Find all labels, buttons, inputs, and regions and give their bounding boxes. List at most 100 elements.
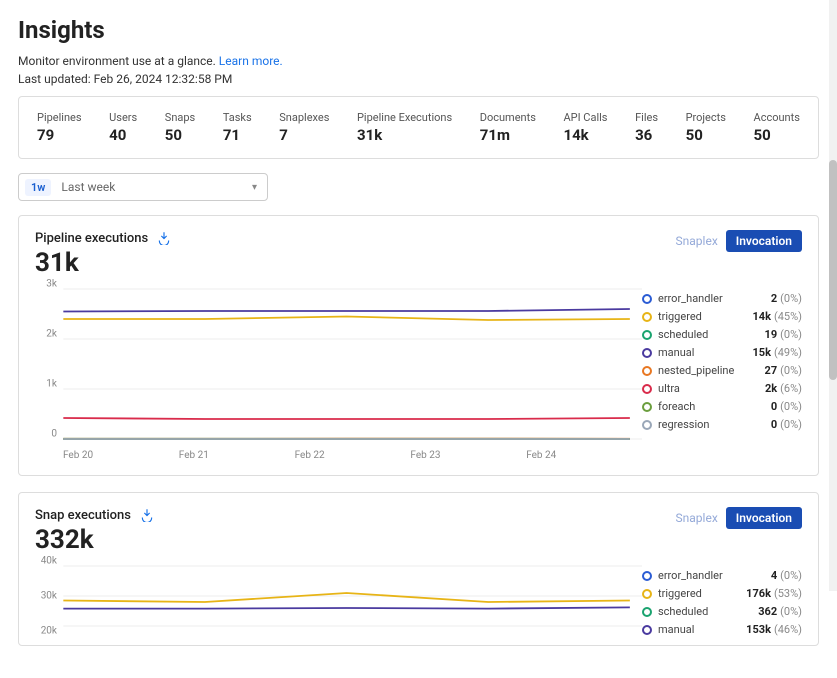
snap-legend: error_handler4(0%)triggered176k(53%)sche… bbox=[642, 561, 802, 641]
tab-invocation[interactable]: Invocation bbox=[726, 507, 802, 529]
scrollbar[interactable] bbox=[829, 0, 837, 591]
stat-value: 79 bbox=[37, 126, 82, 144]
pipeline-chart: 3k2k1k0 Feb 20Feb 21Feb 22Feb 23Feb 24 bbox=[35, 284, 642, 461]
range-chip: 1w bbox=[25, 179, 51, 196]
legend-swatch bbox=[642, 420, 652, 430]
legend-swatch bbox=[642, 330, 652, 340]
legend-label: error_handler bbox=[658, 292, 771, 305]
stat-item: Files 36 bbox=[635, 111, 658, 144]
legend-swatch bbox=[642, 348, 652, 358]
legend-value: 362 bbox=[758, 605, 777, 618]
stat-value: 36 bbox=[635, 126, 658, 144]
legend-value: 2 bbox=[771, 292, 777, 305]
legend-row[interactable]: nested_pipeline27(0%) bbox=[642, 364, 802, 377]
legend-swatch bbox=[642, 294, 652, 304]
stat-item: Projects 50 bbox=[686, 111, 726, 144]
stat-label: Users bbox=[109, 111, 137, 124]
stat-label: Accounts bbox=[754, 111, 800, 124]
legend-swatch bbox=[642, 571, 652, 581]
legend-pct: (0%) bbox=[780, 400, 802, 413]
legend-label: triggered bbox=[658, 587, 746, 600]
legend-pct: (0%) bbox=[780, 364, 802, 377]
y-tick: 0 bbox=[51, 429, 57, 440]
stat-label: Pipeline Executions bbox=[357, 111, 452, 124]
snap-chart: 40k30k20k bbox=[35, 561, 642, 631]
learn-more-link[interactable]: Learn more. bbox=[219, 54, 283, 68]
tab-snaplex[interactable]: Snaplex bbox=[676, 234, 718, 248]
legend-value: 27 bbox=[765, 364, 778, 377]
legend-row[interactable]: scheduled19(0%) bbox=[642, 328, 802, 341]
stat-label: Files bbox=[635, 111, 658, 124]
snap-panel-title: Snap executions bbox=[35, 508, 131, 523]
subtitle: Monitor environment use at a glance. Lea… bbox=[18, 54, 819, 68]
stat-value: 71 bbox=[223, 126, 252, 144]
legend-pct: (6%) bbox=[780, 382, 802, 395]
legend-row[interactable]: error_handler4(0%) bbox=[642, 569, 802, 582]
legend-row[interactable]: triggered14k(45%) bbox=[642, 310, 802, 323]
stat-item: Documents71m bbox=[480, 111, 536, 144]
stat-item: Snaplexes7 bbox=[279, 111, 329, 144]
legend-label: scheduled bbox=[658, 605, 758, 618]
legend-value: 4 bbox=[771, 569, 777, 582]
x-tick: Feb 20 bbox=[63, 450, 179, 461]
stat-value: 7 bbox=[279, 126, 329, 144]
legend-row[interactable]: error_handler2(0%) bbox=[642, 292, 802, 305]
x-tick: Feb 23 bbox=[410, 450, 526, 461]
legend-value: 176k bbox=[746, 587, 771, 600]
stat-value: 40 bbox=[109, 126, 137, 144]
stat-label: API Calls bbox=[563, 111, 607, 124]
legend-row[interactable]: triggered176k(53%) bbox=[642, 587, 802, 600]
pipeline-panel-title: Pipeline executions bbox=[35, 231, 148, 246]
download-icon[interactable] bbox=[139, 507, 155, 523]
legend-pct: (0%) bbox=[780, 605, 802, 618]
legend-row[interactable]: scheduled362(0%) bbox=[642, 605, 802, 618]
legend-row[interactable]: ultra2k(6%) bbox=[642, 382, 802, 395]
legend-pct: (0%) bbox=[780, 418, 802, 431]
legend-pct: (46%) bbox=[774, 623, 802, 636]
legend-row[interactable]: regression0(0%) bbox=[642, 418, 802, 431]
legend-value: 2k bbox=[765, 382, 777, 395]
tab-snaplex[interactable]: Snaplex bbox=[676, 511, 718, 525]
tab-invocation[interactable]: Invocation bbox=[726, 230, 802, 252]
stats-card: Pipelines79Users40Snaps50Tasks71Snaplexe… bbox=[18, 96, 819, 159]
legend-swatch bbox=[642, 402, 652, 412]
legend-swatch bbox=[642, 366, 652, 376]
stat-label: Pipelines bbox=[37, 111, 82, 124]
download-icon[interactable] bbox=[156, 230, 172, 246]
y-tick: 2k bbox=[46, 329, 57, 340]
legend-label: foreach bbox=[658, 400, 771, 413]
legend-pct: (49%) bbox=[774, 346, 802, 359]
y-tick: 30k bbox=[41, 591, 57, 602]
x-tick: Feb 24 bbox=[526, 450, 642, 461]
legend-label: error_handler bbox=[658, 569, 771, 582]
range-text: Last week bbox=[61, 180, 252, 194]
legend-value: 19 bbox=[765, 328, 778, 341]
x-tick: Feb 22 bbox=[295, 450, 411, 461]
legend-value: 0 bbox=[771, 400, 777, 413]
stat-item: Accounts 50 bbox=[754, 111, 800, 144]
legend-pct: (0%) bbox=[780, 569, 802, 582]
date-range-select[interactable]: 1w Last week ▾ bbox=[18, 173, 268, 201]
legend-pct: (45%) bbox=[774, 310, 802, 323]
stat-value: 50 bbox=[754, 126, 800, 144]
legend-row[interactable]: foreach0(0%) bbox=[642, 400, 802, 413]
legend-label: ultra bbox=[658, 382, 765, 395]
page-title: Insights bbox=[18, 16, 819, 44]
legend-swatch bbox=[642, 625, 652, 635]
legend-row[interactable]: manual15k(49%) bbox=[642, 346, 802, 359]
stat-item: Tasks71 bbox=[223, 111, 252, 144]
legend-label: scheduled bbox=[658, 328, 765, 341]
legend-label: manual bbox=[658, 346, 752, 359]
y-tick: 20k bbox=[41, 626, 57, 637]
stat-item: Pipelines 79 bbox=[37, 111, 82, 144]
stat-label: Projects bbox=[686, 111, 726, 124]
stat-value: 50 bbox=[165, 126, 195, 144]
legend-row[interactable]: manual153k(46%) bbox=[642, 623, 802, 636]
scroll-thumb[interactable] bbox=[829, 160, 837, 380]
legend-value: 0 bbox=[771, 418, 777, 431]
pipeline-executions-panel: Pipeline executions 31k Snaplex Invocati… bbox=[18, 215, 819, 476]
legend-value: 14k bbox=[752, 310, 771, 323]
subtitle-text: Monitor environment use at a glance. bbox=[18, 54, 219, 68]
stat-value: 50 bbox=[686, 126, 726, 144]
stat-item: API Calls14k bbox=[563, 111, 607, 144]
